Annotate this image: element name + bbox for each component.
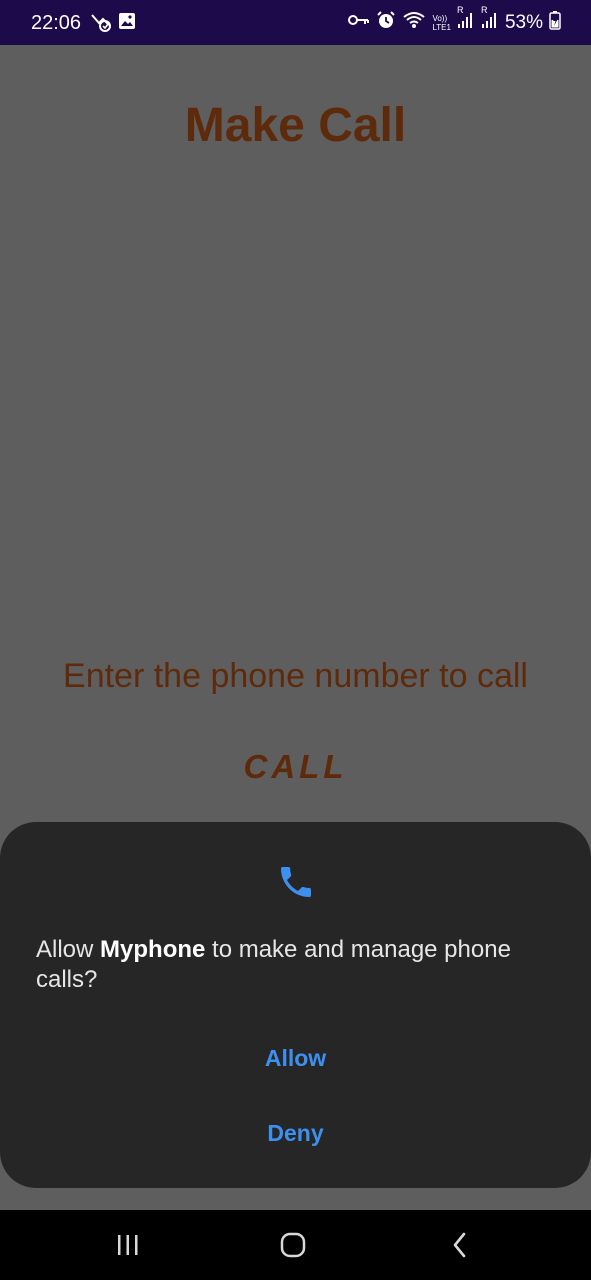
roaming-label: R bbox=[456, 5, 464, 15]
phone-number-input[interactable] bbox=[20, 648, 571, 704]
call-button[interactable]: CALL bbox=[195, 739, 396, 795]
roaming-label: R bbox=[480, 5, 488, 15]
volte-label: Vo)) bbox=[432, 13, 448, 23]
permission-dialog: Allow Myphone to make and manage phone c… bbox=[0, 822, 591, 1188]
dialog-app-name: Myphone bbox=[100, 936, 206, 963]
lte-label: LTE1 bbox=[432, 22, 451, 32]
page-title: Make Call bbox=[184, 99, 407, 152]
home-button[interactable] bbox=[273, 1228, 313, 1262]
volte-icon: Vo)) LTE1 bbox=[432, 14, 451, 32]
back-button[interactable] bbox=[440, 1228, 480, 1262]
navigation-bar bbox=[0, 1210, 591, 1280]
battery-charging-icon bbox=[549, 10, 561, 35]
gallery-icon bbox=[118, 12, 136, 37]
dialog-message: Allow Myphone to make and manage phone c… bbox=[36, 935, 556, 995]
dialog-message-prefix: Allow bbox=[36, 936, 101, 963]
missed-call-icon bbox=[90, 12, 112, 37]
signal-icon: R bbox=[457, 5, 475, 34]
status-left-icons bbox=[90, 12, 136, 37]
deny-button[interactable]: Deny bbox=[0, 1108, 591, 1158]
status-time: 22:06 bbox=[31, 12, 82, 34]
signal-icon: R bbox=[481, 5, 499, 34]
allow-button[interactable]: Allow bbox=[0, 1033, 591, 1083]
battery-percent: 53% bbox=[504, 11, 543, 33]
wifi-icon bbox=[402, 10, 426, 35]
vpn-key-icon bbox=[348, 13, 370, 32]
status-bar: 22:06 Vo)) LTE1 R R 53% bbox=[0, 0, 591, 45]
back-icon bbox=[453, 1232, 466, 1258]
phone-icon bbox=[276, 862, 316, 902]
status-right-icons: Vo)) LTE1 R R 53% bbox=[348, 5, 561, 35]
recents-icon bbox=[118, 1235, 138, 1255]
home-icon bbox=[280, 1232, 306, 1258]
recents-button[interactable] bbox=[108, 1228, 148, 1262]
alarm-icon bbox=[376, 10, 396, 35]
